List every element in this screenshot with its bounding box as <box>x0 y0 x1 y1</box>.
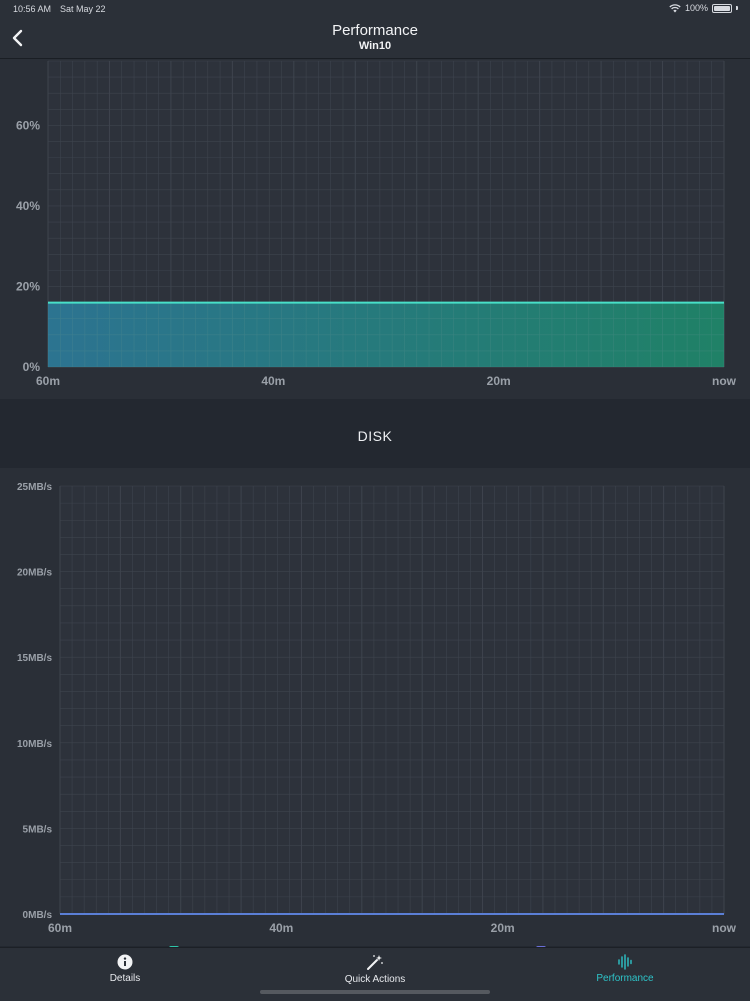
disk-y-tick-label: 20MB/s <box>17 568 52 579</box>
disk-chart-panel: 0MB/s 5MB/s 10MB/s 15MB/s 20MB/s 25MB/s 60m 40… <box>0 468 750 946</box>
nav-bar: Performance Win10 <box>0 18 750 59</box>
disk-y-tick-label: 10MB/s <box>17 739 52 750</box>
disk-x-tick-label: 20m <box>491 921 515 935</box>
disk-x-tick-label: 40m <box>269 921 293 935</box>
tab-details-label: Details <box>109 973 141 984</box>
disk-plot-bg <box>60 486 724 914</box>
wifi-icon <box>669 3 681 12</box>
disk-section-title: DISK <box>357 428 393 444</box>
page-subtitle: Win10 <box>358 40 392 52</box>
cpu-x-ticks: 60m 40m 20m now <box>36 374 737 388</box>
cpu-y-tick-label: 40% <box>16 199 40 213</box>
tab-details[interactable]: Details <box>65 954 185 984</box>
cpu-y-tick-label: 0% <box>23 360 41 374</box>
tab-quick-actions[interactable]: Quick Actions <box>315 954 435 985</box>
magic-wand-icon <box>367 955 383 970</box>
status-bar: 10:56 AM Sat May 22 100% <box>0 0 750 18</box>
page-title: Performance <box>332 22 418 39</box>
status-time: 10:56 AM <box>13 4 52 14</box>
cpu-x-tick-label: now <box>712 374 737 388</box>
disk-y-tick-label: 5MB/s <box>23 824 53 835</box>
waveform-icon <box>618 954 632 970</box>
cpu-y-tick-label: 20% <box>16 279 40 293</box>
cpu-chart-panel: 0% 20% 40% 60% 60m 40m 20m now <box>0 59 750 399</box>
battery-icon <box>712 3 732 13</box>
disk-chart: 0MB/s 5MB/s 10MB/s 15MB/s 20MB/s 25MB/s 60m 40… <box>17 482 737 935</box>
battery-tip <box>736 6 738 10</box>
disk-y-tick-label: 25MB/s <box>17 482 52 493</box>
home-indicator <box>260 990 490 994</box>
tab-performance-label: Performance <box>596 973 654 984</box>
cpu-x-tick-label: 40m <box>261 374 285 388</box>
status-date: Sat May 22 <box>60 4 106 14</box>
cpu-chart: 0% 20% 40% 60% 60m 40m 20m now <box>16 60 737 388</box>
status-right: 100% <box>669 3 738 13</box>
tab-quick-actions-label: Quick Actions <box>344 974 406 985</box>
disk-x-tick-label: now <box>712 921 737 935</box>
tab-performance[interactable]: Performance <box>565 954 685 984</box>
disk-y-tick-label: 15MB/s <box>17 653 52 664</box>
cpu-x-tick-label: 60m <box>36 374 60 388</box>
disk-y-ticks: 0MB/s 5MB/s 10MB/s 15MB/s 20MB/s 25MB/s <box>17 482 52 921</box>
battery-percent: 100% <box>684 3 708 13</box>
info-icon <box>117 954 133 970</box>
cpu-y-ticks: 0% 20% 40% 60% <box>16 118 40 374</box>
cpu-x-tick-label: 20m <box>487 374 511 388</box>
cpu-y-tick-label: 60% <box>16 118 40 132</box>
disk-x-ticks: 60m 40m 20m now <box>48 921 737 935</box>
disk-grid <box>59 485 725 915</box>
disk-x-tick-label: 60m <box>48 921 72 935</box>
disk-y-tick-label: 0MB/s <box>23 910 53 921</box>
